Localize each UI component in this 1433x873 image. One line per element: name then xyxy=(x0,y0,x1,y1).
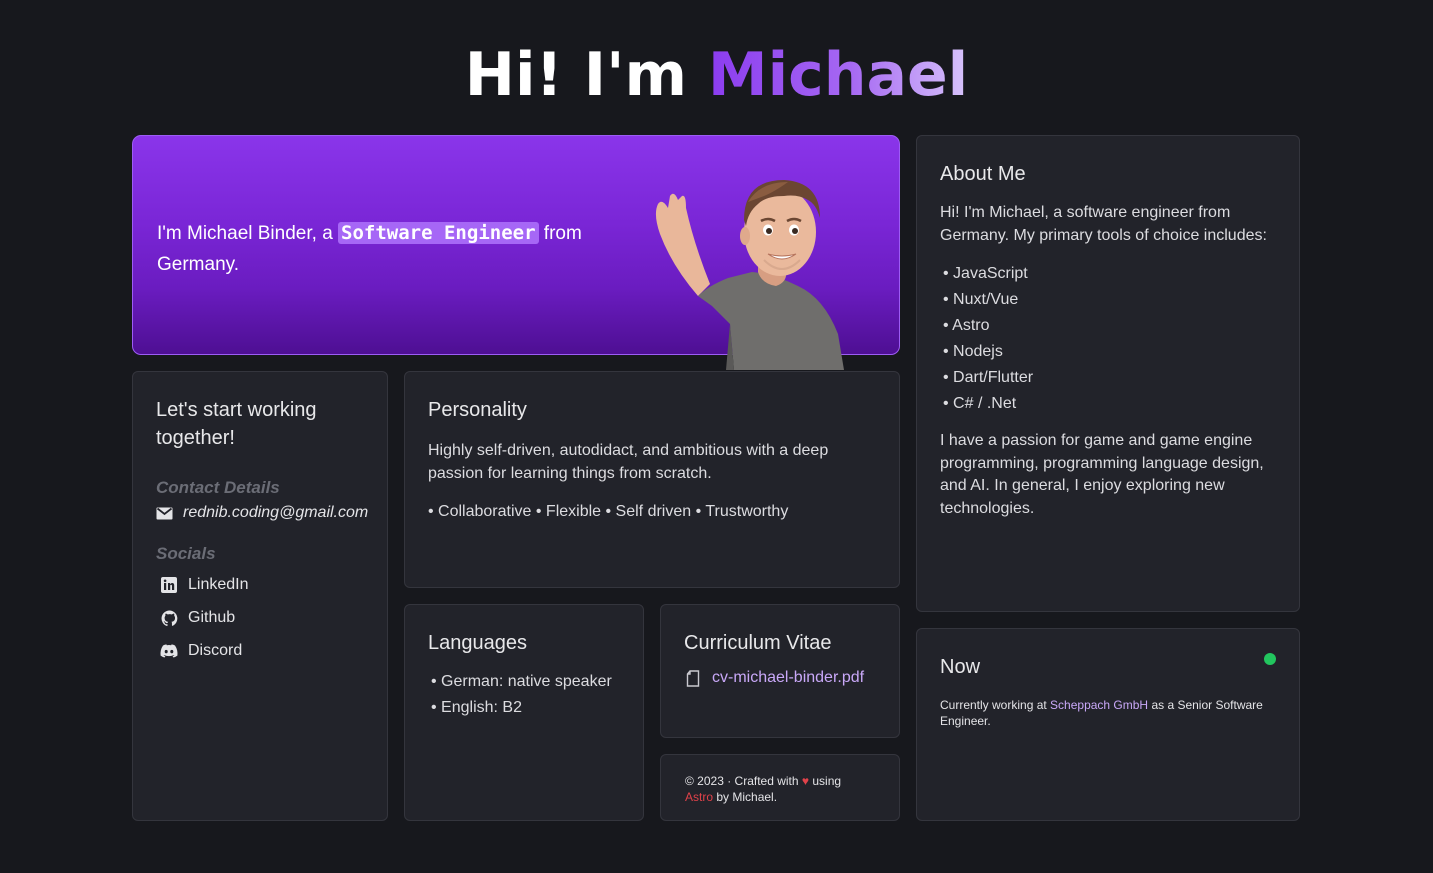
cv-download-link[interactable]: cv-michael-binder.pdf xyxy=(684,669,876,687)
contact-details-heading: Contact Details xyxy=(156,478,280,497)
footer-text: © 2023 · Crafted with ♥ using Astro by Mi… xyxy=(685,774,842,804)
role-highlight: Software Engineer xyxy=(338,222,539,244)
heart-icon: ♥ xyxy=(801,774,810,788)
language-item: • German: native speaker xyxy=(431,673,612,690)
social-link-linkedin[interactable]: LinkedIn xyxy=(156,576,364,594)
tool-item: • Dart/Flutter xyxy=(943,369,1034,386)
page-title-name: Michael xyxy=(707,40,969,110)
languages-title: Languages xyxy=(428,632,527,654)
now-text: Currently working at Scheppach GmbH as a… xyxy=(940,698,1263,728)
cv-card: Curriculum Vitae cv-michael-binder.pdf xyxy=(660,604,900,738)
social-link-github[interactable]: Github xyxy=(156,609,364,627)
personality-title: Personality xyxy=(428,399,527,421)
hero-intro: I'm Michael Binder, a Software Engineer … xyxy=(157,222,582,275)
now-card: Now Currently working at Scheppach GmbH … xyxy=(916,628,1300,821)
github-icon xyxy=(160,609,178,627)
personality-card: Personality Highly self-driven, autodida… xyxy=(404,371,900,588)
footer-card: © 2023 · Crafted with ♥ using Astro by Mi… xyxy=(660,754,900,821)
contact-card: Let's start working together! Contact De… xyxy=(132,371,388,821)
hero-banner: I'm Michael Binder, a Software Engineer … xyxy=(132,135,900,370)
about-intro: Hi! I'm Michael, a software engineer fro… xyxy=(940,204,1267,244)
personality-traits: • Collaborative • Flexible • Self driven… xyxy=(428,503,789,520)
language-item: • English: B2 xyxy=(431,699,522,716)
astro-link[interactable]: Astro xyxy=(685,790,713,804)
company-link[interactable]: Scheppach GmbH xyxy=(1050,698,1148,712)
email-link[interactable]: rednib.coding@gmail.com xyxy=(156,504,368,522)
socials-heading: Socials xyxy=(156,544,216,563)
email-text: rednib.coding@gmail.com xyxy=(183,504,369,521)
languages-card: Languages • German: native speaker • Eng… xyxy=(404,604,644,821)
tool-item: • Astro xyxy=(943,317,990,334)
cv-file-name: cv-michael-binder.pdf xyxy=(712,669,865,686)
linkedin-icon xyxy=(160,576,178,594)
now-title: Now xyxy=(940,656,981,678)
about-title: About Me xyxy=(940,163,1026,185)
tool-item: • JavaScript xyxy=(943,265,1028,282)
about-card: About Me Hi! I'm Michael, a software eng… xyxy=(916,135,1300,612)
personality-text: Highly self-driven, autodidact, and ambi… xyxy=(428,442,829,482)
contact-title: Let's start working together! xyxy=(156,399,317,449)
tool-item: • Nuxt/Vue xyxy=(943,291,1019,308)
mail-icon xyxy=(156,504,173,522)
file-icon xyxy=(684,669,702,687)
waving-avatar-illustration xyxy=(655,180,844,370)
status-indicator xyxy=(1264,653,1276,665)
about-outro: I have a passion for game and game engin… xyxy=(940,432,1264,517)
cv-title: Curriculum Vitae xyxy=(684,632,832,654)
discord-icon xyxy=(160,642,178,660)
social-link-discord[interactable]: Discord xyxy=(156,642,364,660)
page-title: Hi! I'm Michael xyxy=(464,40,969,110)
tool-item: • C# / .Net xyxy=(943,395,1017,412)
tool-item: • Nodejs xyxy=(943,343,1003,360)
